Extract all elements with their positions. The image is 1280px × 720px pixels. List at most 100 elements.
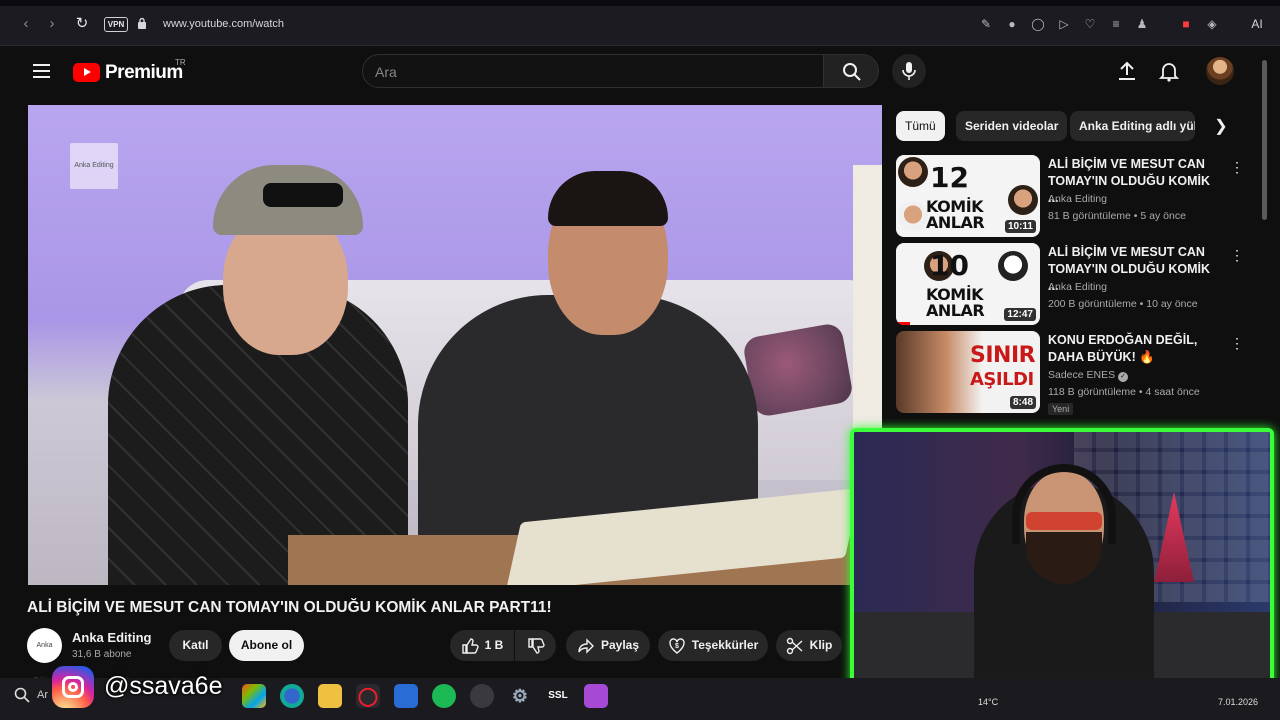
youtube-header: Premium TR	[10, 46, 1270, 96]
play-icon[interactable]: ▷	[1055, 15, 1073, 33]
ssl-app-icon[interactable]: SSL	[544, 684, 572, 708]
svg-text:$: $	[675, 643, 679, 650]
thumb-word: ANLAR	[926, 301, 985, 320]
scene-hair-right	[548, 171, 668, 226]
video-duration: 12:47	[1004, 308, 1036, 321]
hamburger-menu-icon[interactable]	[33, 64, 50, 78]
search-icon	[843, 63, 861, 81]
thumb-word: AŞILDI	[970, 369, 1034, 390]
notifications-bell-icon[interactable]	[1157, 59, 1181, 83]
recommendation-meta: 118 B görüntüleme • 4 saat önce	[1048, 386, 1200, 398]
browser-toolbar: ‹ › ↻ VPN www.youtube.com/watch ✎ ● ◯ ▷ …	[0, 0, 1280, 46]
voice-search-button[interactable]	[892, 54, 926, 88]
recommendation-channel[interactable]: Anka Editing	[1048, 281, 1107, 293]
mail-app-icon[interactable]	[394, 684, 418, 708]
chip-all[interactable]: Tümü	[896, 111, 945, 141]
thumb-face	[898, 201, 928, 231]
instagram-app-icon[interactable]	[584, 684, 608, 708]
scene-pillow	[741, 321, 855, 419]
thanks-label: Teşekkürler	[691, 638, 759, 652]
youtube-play-icon	[73, 63, 100, 82]
chip-uploads[interactable]: Anka Editing adlı yükl	[1070, 111, 1195, 141]
webcam-overlay	[850, 428, 1274, 692]
clip-button[interactable]: Klip	[776, 630, 842, 661]
reload-icon[interactable]: ↻	[72, 14, 92, 34]
chevron-right-icon[interactable]: ❯	[1209, 116, 1233, 138]
thumb-number: 10	[930, 249, 969, 282]
video-player[interactable]: Anka Editing	[28, 105, 882, 585]
verified-check-icon: ✓	[1118, 372, 1129, 382]
join-button[interactable]: Katıl	[169, 630, 222, 661]
opera-browser-icon[interactable]: ◯	[356, 684, 380, 708]
logo-text: Premium	[105, 62, 183, 83]
app-icon[interactable]	[470, 684, 494, 708]
search-box	[362, 54, 824, 88]
recommendation-item[interactable]: 10 KOMİK ANLAR 12:47 ALİ BİÇİM VE MESUT …	[896, 243, 1246, 325]
more-options-icon[interactable]: ⋮	[1230, 159, 1244, 175]
lock-icon[interactable]	[137, 17, 147, 30]
new-badge: Yeni	[1048, 403, 1074, 415]
subscriber-count: 31,6 B abone	[72, 649, 132, 660]
more-options-icon[interactable]: ⋮	[1230, 335, 1244, 351]
vpn-badge[interactable]: VPN	[104, 17, 128, 32]
recommendation-channel[interactable]: Anka Editing	[1048, 193, 1107, 205]
spotify-icon[interactable]	[432, 684, 456, 708]
camera-icon[interactable]: ●	[1003, 15, 1021, 33]
recommendation-item[interactable]: SINIR AŞILDI 8:48 KONU ERDOĞAN DEĞİL, DA…	[896, 331, 1246, 415]
instagram-logo-icon	[52, 666, 94, 708]
address-bar[interactable]: www.youtube.com/watch	[163, 18, 284, 30]
subscribe-label: Abone ol	[240, 638, 293, 652]
video-thumbnail[interactable]: SINIR AŞILDI 8:48	[896, 331, 1040, 413]
dislike-button[interactable]	[515, 630, 556, 661]
edge-browser-icon[interactable]	[280, 684, 304, 708]
upload-icon[interactable]	[1115, 59, 1139, 83]
page-scrollbar[interactable]	[1262, 60, 1267, 220]
forward-arrow-icon[interactable]: ›	[42, 14, 62, 34]
ai-button[interactable]: AI	[1243, 15, 1271, 33]
menu-list-icon[interactable]: ≡	[1107, 15, 1125, 33]
channel-avatar[interactable]: Anka Editing	[27, 628, 62, 684]
subscribe-button[interactable]: Abone ol	[229, 630, 304, 661]
thumb-word: ANLAR	[926, 213, 985, 232]
taskbar-search-icon[interactable]	[14, 687, 30, 703]
search-input[interactable]	[375, 62, 805, 82]
heart-icon[interactable]: ♡	[1081, 15, 1099, 33]
profile-icon[interactable]: ♟	[1133, 15, 1151, 33]
taskbar-search-text[interactable]: Ar	[37, 689, 48, 701]
recommendation-channel[interactable]: Sadece ENES ✓	[1048, 369, 1129, 382]
recommendation-title[interactable]: KONU ERDOĞAN DEĞİL, DAHA BÜYÜK! 🔥	[1048, 332, 1223, 366]
file-explorer-icon[interactable]	[318, 684, 342, 708]
like-count: 1 B	[484, 638, 504, 652]
thanks-button[interactable]: $ Teşekkürler	[658, 630, 768, 661]
edit-icon[interactable]: ✎	[977, 15, 995, 33]
recommendation-meta: 81 B görüntüleme • 5 ay önce	[1048, 210, 1186, 222]
thumbs-up-icon	[461, 638, 479, 654]
scissors-icon	[786, 637, 803, 655]
more-options-icon[interactable]: ⋮	[1230, 247, 1244, 263]
settings-gear-icon[interactable]: ⚙	[508, 684, 532, 708]
share-button[interactable]: Paylaş	[566, 630, 650, 661]
channel-name[interactable]: Anka Editing	[72, 630, 151, 645]
video-thumbnail[interactable]: 10 KOMİK ANLAR 12:47	[896, 243, 1040, 325]
scene-sunglasses	[263, 183, 343, 207]
extension-icon[interactable]: ■	[1177, 15, 1195, 33]
channel-watermark: Anka Editing	[70, 143, 118, 189]
weather-temperature: 14°C	[978, 697, 999, 707]
cube-icon[interactable]: ◈	[1203, 15, 1221, 33]
thumb-face	[998, 251, 1028, 281]
chip-series[interactable]: Seriden videolar	[956, 111, 1068, 141]
back-arrow-icon[interactable]: ‹	[16, 14, 36, 34]
video-duration: 8:48	[1009, 396, 1036, 409]
thumbs-down-icon	[527, 638, 545, 654]
copilot-icon[interactable]	[242, 684, 266, 708]
video-thumbnail[interactable]: 12 KOMİK ANLAR 10:11	[896, 155, 1040, 237]
join-label: Katıl	[182, 638, 209, 652]
ai-label: AI	[1251, 17, 1263, 31]
user-avatar[interactable]	[1206, 57, 1234, 85]
shield-icon[interactable]: ◯	[1029, 15, 1047, 33]
clip-label: Klip	[809, 638, 833, 652]
like-button[interactable]: 1 B	[450, 630, 514, 661]
recommendation-item[interactable]: 12 KOMİK ANLAR 10:11 ALİ BİÇİM VE MESUT …	[896, 155, 1246, 237]
search-button[interactable]	[823, 54, 879, 88]
taskbar-date: 7.01.2026	[1218, 697, 1259, 707]
